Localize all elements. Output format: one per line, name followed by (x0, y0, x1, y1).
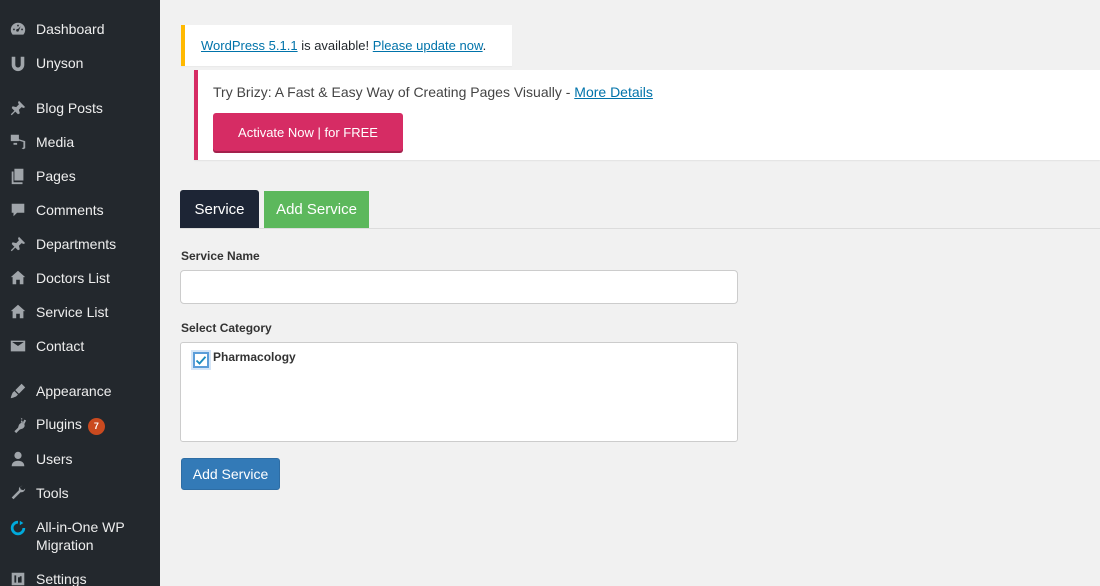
select-category-label: Select Category (181, 321, 272, 335)
please-update-link[interactable]: Please update now (373, 38, 483, 53)
brizy-notice-message: Try Brizy: A Fast & Easy Way of Creating… (213, 84, 575, 100)
sidebar-item-label: Service List (36, 304, 109, 320)
dashboard-icon (8, 19, 28, 39)
sidebar-item-media[interactable]: Media (0, 125, 160, 159)
sidebar-item-label: Dashboard (36, 21, 105, 37)
plugin-icon (8, 415, 28, 435)
sidebar-item-users[interactable]: Users (0, 442, 160, 476)
sidebar-item-label: Unyson (36, 55, 84, 71)
sidebar-item-label: Departments (36, 236, 117, 252)
add-service-submit-button[interactable]: Add Service (181, 458, 280, 490)
tab-divider (180, 228, 1100, 229)
admin-sidebar: Dashboard Unyson Blog Posts Media Pages … (0, 0, 160, 586)
sidebar-item-blog-posts[interactable]: Blog Posts (0, 91, 160, 125)
pages-icon (8, 166, 28, 186)
sidebar-item-label: Appearance (36, 383, 112, 399)
migration-label-line2: Migration (36, 537, 94, 553)
user-icon (8, 449, 28, 469)
sidebar-item-label: Doctors List (36, 270, 110, 286)
sidebar-item-label: All-in-One WP Migration (36, 518, 125, 554)
tab-service[interactable]: Service (180, 190, 259, 228)
sidebar-item-label: Settings (36, 571, 87, 586)
checkmark-icon (195, 355, 207, 365)
wordpress-version-link[interactable]: WordPress 5.1.1 (201, 38, 298, 53)
sidebar-item-settings[interactable]: Settings (0, 562, 160, 586)
sidebar-item-label: Blog Posts (36, 100, 103, 116)
tab-add-service[interactable]: Add Service (264, 191, 369, 228)
sidebar-item-service-list[interactable]: Service List (0, 295, 160, 329)
pin-icon (8, 234, 28, 254)
sidebar-item-label: Plugins 7 (36, 415, 105, 435)
sidebar-item-tools[interactable]: Tools (0, 476, 160, 510)
more-details-link[interactable]: More Details (574, 84, 653, 100)
update-notice: WordPress 5.1.1 is available! Please upd… (181, 25, 512, 66)
activate-now-button[interactable]: Activate Now | for FREE (213, 113, 403, 151)
brush-icon (8, 381, 28, 401)
sidebar-item-label: Tools (36, 485, 69, 501)
sidebar-item-comments[interactable]: Comments (0, 193, 160, 227)
category-item: Pharmacology (193, 349, 296, 368)
sidebar-item-pages[interactable]: Pages (0, 159, 160, 193)
wrench-icon (8, 483, 28, 503)
sidebar-item-label: Media (36, 134, 75, 150)
migration-label-line1: All-in-One WP (36, 519, 125, 535)
sidebar-item-label: Users (36, 451, 73, 467)
sidebar-item-dashboard[interactable]: Dashboard (0, 12, 160, 46)
sidebar-item-doctors-list[interactable]: Doctors List (0, 261, 160, 295)
sidebar-item-label: Comments (36, 202, 104, 218)
brizy-notice-text: Try Brizy: A Fast & Easy Way of Creating… (213, 84, 653, 100)
unyson-icon (8, 53, 28, 73)
sidebar-item-all-in-one-wp-migration[interactable]: All-in-One WP Migration (0, 518, 160, 562)
update-notice-text: is available! (297, 38, 373, 53)
comment-icon (8, 200, 28, 220)
sidebar-item-label: Contact (36, 338, 85, 354)
category-label: Pharmacology (213, 350, 296, 364)
category-list: Pharmacology (180, 342, 738, 442)
service-name-label: Service Name (181, 249, 260, 263)
sidebar-item-appearance[interactable]: Appearance (0, 374, 160, 408)
sidebar-item-plugins[interactable]: Plugins 7 (0, 408, 160, 442)
sidebar-item-unyson[interactable]: Unyson (0, 46, 160, 80)
settings-icon (8, 569, 28, 586)
plugins-label-text: Plugins (36, 416, 82, 432)
media-icon (8, 132, 28, 152)
service-name-input[interactable] (180, 270, 738, 304)
home-icon (8, 302, 28, 322)
sidebar-item-departments[interactable]: Departments (0, 227, 160, 261)
pin-icon (8, 98, 28, 118)
update-notice-end: . (482, 38, 487, 53)
home-icon (8, 268, 28, 288)
sidebar-item-label: Pages (36, 168, 76, 184)
brizy-notice: Try Brizy: A Fast & Easy Way of Creating… (194, 70, 1100, 160)
category-checkbox-pharmacology[interactable] (193, 352, 209, 368)
plugins-update-badge: 7 (87, 418, 105, 435)
sidebar-item-contact[interactable]: Contact (0, 329, 160, 363)
mail-icon (8, 336, 28, 356)
migration-icon (8, 518, 28, 538)
